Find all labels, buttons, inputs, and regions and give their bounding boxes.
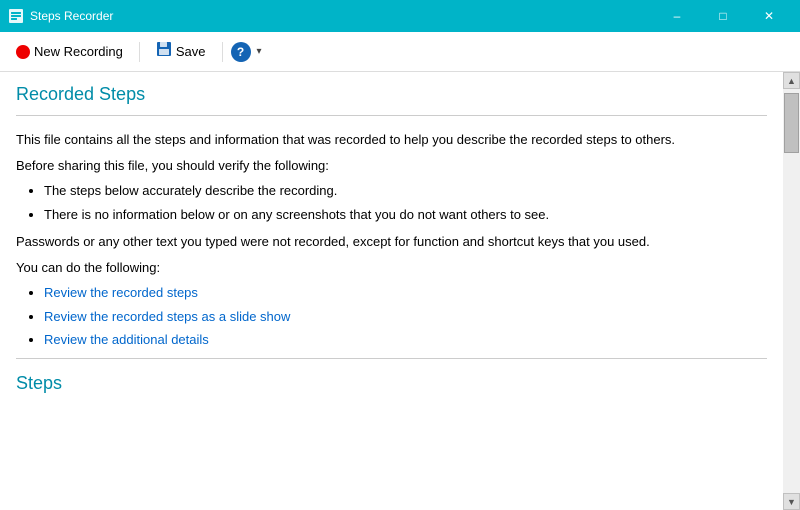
window-controls: – □ ✕ xyxy=(654,0,792,32)
scroll-up-button[interactable]: ▲ xyxy=(783,72,800,89)
action-item-3: Review the additional details xyxy=(44,330,767,350)
action-item-1: Review the recorded steps xyxy=(44,283,767,303)
save-label: Save xyxy=(176,44,206,59)
review-slideshow-link[interactable]: Review the recorded steps as a slide sho… xyxy=(44,309,290,324)
intro-para-2: Before sharing this file, you should ver… xyxy=(16,156,767,176)
intro-para-4: You can do the following: xyxy=(16,258,767,278)
verify-item-1: The steps below accurately describe the … xyxy=(44,181,767,201)
close-button[interactable]: ✕ xyxy=(746,0,792,32)
app-icon xyxy=(8,8,24,24)
scroll-track xyxy=(783,89,800,493)
recorded-steps-heading: Recorded Steps xyxy=(16,84,767,105)
save-button[interactable]: Save xyxy=(148,37,214,66)
scroll-down-button[interactable]: ▼ xyxy=(783,493,800,510)
window-title: Steps Recorder xyxy=(30,9,113,23)
divider-bottom xyxy=(16,358,767,359)
intro-text: This file contains all the steps and inf… xyxy=(16,130,767,350)
verify-list: The steps below accurately describe the … xyxy=(44,181,767,224)
toolbar: New Recording Save ? ▾ xyxy=(0,32,800,72)
main-area: Recorded Steps This file contains all th… xyxy=(0,72,800,510)
title-bar: Steps Recorder – □ ✕ xyxy=(0,0,800,32)
divider-top xyxy=(16,115,767,116)
new-recording-label: New Recording xyxy=(34,44,123,59)
toolbar-separator xyxy=(139,42,140,62)
new-recording-button[interactable]: New Recording xyxy=(8,40,131,63)
minimize-button[interactable]: – xyxy=(654,0,700,32)
save-icon xyxy=(156,41,172,62)
scroll-thumb[interactable] xyxy=(784,93,799,153)
verify-item-2: There is no information below or on any … xyxy=(44,205,767,225)
maximize-button[interactable]: □ xyxy=(700,0,746,32)
content-area: Recorded Steps This file contains all th… xyxy=(0,72,783,510)
help-button[interactable]: ? xyxy=(231,42,251,62)
toolbar-separator-2 xyxy=(222,42,223,62)
help-dropdown-button[interactable]: ▾ xyxy=(255,46,264,57)
intro-para-3: Passwords or any other text you typed we… xyxy=(16,232,767,252)
action-item-2: Review the recorded steps as a slide sho… xyxy=(44,307,767,327)
record-dot-icon xyxy=(16,45,30,59)
steps-heading: Steps xyxy=(16,373,767,394)
intro-para-1: This file contains all the steps and inf… xyxy=(16,130,767,150)
actions-list: Review the recorded steps Review the rec… xyxy=(44,283,767,350)
title-left: Steps Recorder xyxy=(8,8,113,24)
review-steps-link[interactable]: Review the recorded steps xyxy=(44,285,198,300)
review-details-link[interactable]: Review the additional details xyxy=(44,332,209,347)
scrollbar: ▲ ▼ xyxy=(783,72,800,510)
